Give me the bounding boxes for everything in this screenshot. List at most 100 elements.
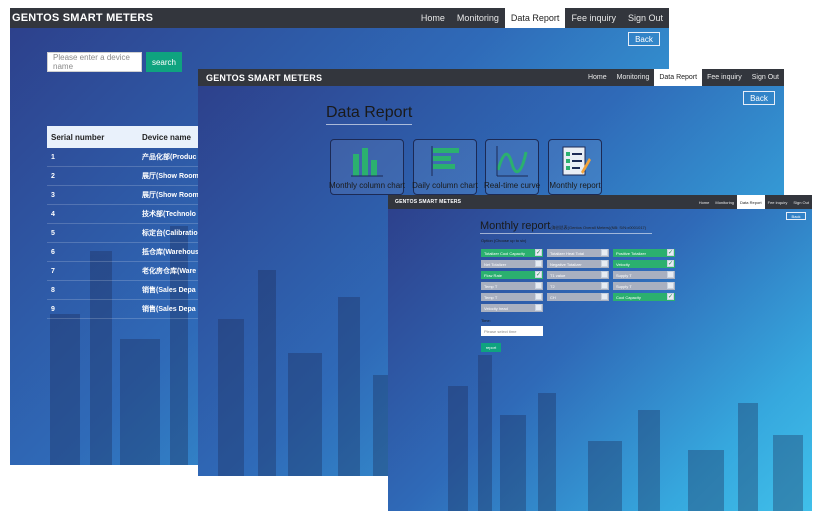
table-row[interactable]: 3 展厅(Show Room (47, 186, 207, 205)
search-button[interactable]: search (146, 52, 182, 72)
table-row[interactable]: 1 产品化部(Produc (47, 148, 207, 167)
option-item[interactable]: Net Totalizer (481, 260, 543, 268)
time-picker-input[interactable]: Please select time (481, 326, 543, 336)
option-item[interactable]: Temp T (481, 282, 543, 290)
checkbox[interactable] (535, 304, 542, 311)
serial-cell: 1 (51, 153, 55, 161)
back-button[interactable]: Back (743, 91, 775, 105)
title-text: Monthly report (480, 220, 551, 232)
page-title: Monthly report(海创总表(Gentos Overall Meter… (480, 220, 646, 232)
page-title: Data Report (326, 104, 413, 125)
table-row[interactable]: 9 销售(Sales Depa (47, 300, 207, 319)
top-navbar: GENTOS SMART METERS Home Monitoring Data… (10, 8, 669, 28)
nav-data-report[interactable]: Data Report (504, 8, 566, 28)
main-nav: Home Monitoring Data Report Fee inquiry … (696, 195, 812, 209)
device-subtitle: (海创总表(Gentos Overall Meters)(NB: S/N:x00… (550, 225, 647, 230)
checkbox[interactable] (601, 271, 608, 278)
checkbox[interactable] (601, 249, 608, 256)
nav-monitoring[interactable]: Monitoring (612, 69, 655, 86)
tile-monthly-column-chart[interactable]: Monthly column chart (329, 139, 406, 195)
top-navbar: GENTOS SMART METERS Home Monitoring Data… (388, 195, 812, 209)
search-input[interactable]: Please enter a device name (47, 52, 142, 72)
column-header-serial: Serial number (51, 132, 105, 142)
option-item[interactable]: Totalizer Cool Capacity (481, 249, 543, 257)
serial-cell: 9 (51, 305, 55, 313)
checkbox[interactable] (535, 260, 542, 267)
checkbox[interactable] (601, 293, 608, 300)
nav-data-report[interactable]: Data Report (654, 69, 703, 86)
option-item[interactable]: CH (547, 293, 609, 301)
checkbox[interactable]: ✓ (535, 249, 542, 256)
checkbox[interactable] (667, 271, 674, 278)
option-item[interactable]: Temp T (481, 293, 543, 301)
table-header: Serial number Device name (47, 126, 207, 148)
option-item[interactable]: Velocity head (481, 304, 543, 312)
main-nav: Home Monitoring Data Report Fee inquiry … (415, 8, 669, 28)
back-button[interactable]: Back (628, 32, 660, 46)
table-row[interactable]: 4 技术部(Technolo (47, 205, 207, 224)
checkbox[interactable] (667, 282, 674, 289)
option-item[interactable]: Flow Rate (481, 271, 543, 279)
option-item[interactable]: Positive Totalizer (613, 249, 675, 257)
option-item[interactable]: Supply T (613, 282, 675, 290)
top-navbar: GENTOS SMART METERS Home Monitoring Data… (198, 69, 784, 86)
checkbox[interactable]: ✓ (667, 249, 674, 256)
nav-monitoring[interactable]: Monitoring (451, 8, 505, 28)
title-divider (480, 233, 652, 234)
table-row[interactable]: 8 销售(Sales Depa (47, 281, 207, 300)
nav-sign-out[interactable]: Sign Out (790, 195, 812, 209)
option-item[interactable]: Negative Totalizer (547, 260, 609, 268)
main-nav: Home Monitoring Data Report Fee inquiry … (583, 69, 784, 86)
serial-cell: 4 (51, 210, 55, 218)
table-row[interactable]: 2 展厅(Show Room (47, 167, 207, 186)
tile-label: Daily column chart (412, 181, 478, 190)
checkbox[interactable] (601, 260, 608, 267)
option-item[interactable]: T2 (547, 282, 609, 290)
serial-cell: 7 (51, 267, 55, 275)
option-item[interactable]: Totalizer Heat Total (547, 249, 609, 257)
brand-logo: GENTOS SMART METERS (12, 12, 154, 24)
tile-daily-column-chart[interactable]: Daily column chart (412, 139, 478, 195)
monthly-report-window: GENTOS SMART METERS Home Monitoring Data… (388, 195, 812, 511)
serial-cell: 8 (51, 286, 55, 294)
nav-fee-inquiry[interactable]: Fee inquiry (765, 195, 791, 209)
nav-home[interactable]: Home (583, 69, 612, 86)
nav-sign-out[interactable]: Sign Out (747, 69, 784, 86)
checkbox[interactable] (535, 282, 542, 289)
nav-fee-inquiry[interactable]: Fee inquiry (702, 69, 747, 86)
checkbox[interactable] (535, 293, 542, 300)
option-item[interactable]: Velocity (613, 260, 675, 268)
option-item[interactable]: T1 value (547, 271, 609, 279)
checkbox[interactable] (601, 282, 608, 289)
nav-home[interactable]: Home (415, 8, 451, 28)
table-row[interactable]: 7 老化房仓库(Ware (47, 262, 207, 281)
serial-cell: 2 (51, 172, 55, 180)
checkbox[interactable]: ✓ (667, 293, 674, 300)
table-row[interactable]: 6 抵仓库(Warehous (47, 243, 207, 262)
city-skyline-image (388, 337, 812, 511)
report-icon (562, 146, 591, 176)
nav-monitoring[interactable]: Monitoring (712, 195, 737, 209)
checkbox[interactable]: ✓ (667, 260, 674, 267)
nav-home[interactable]: Home (696, 195, 713, 209)
serial-cell: 3 (51, 191, 55, 199)
report-button[interactable]: report (481, 343, 501, 352)
table-row[interactable]: 5 标定台(Calibratio (47, 224, 207, 243)
option-hint: Option (Choose up to six) (481, 238, 527, 243)
option-item[interactable]: Cool Capacity (613, 293, 675, 301)
bar-chart-icon (431, 146, 459, 176)
back-button[interactable]: Back (786, 212, 806, 220)
nav-fee-inquiry[interactable]: Fee inquiry (565, 8, 622, 28)
option-item[interactable]: Supply T (613, 271, 675, 279)
brand-logo: GENTOS SMART METERS (395, 199, 462, 205)
tile-real-time-curve[interactable]: Real-time curve (484, 139, 541, 195)
tile-monthly-report[interactable]: Monthly report (548, 139, 602, 195)
tile-label: Real-time curve (484, 181, 541, 190)
nav-sign-out[interactable]: Sign Out (622, 8, 669, 28)
nav-data-report[interactable]: Data Report (737, 195, 765, 209)
column-chart-icon (351, 148, 383, 177)
curve-chart-icon (496, 146, 528, 177)
checkbox[interactable]: ✓ (535, 271, 542, 278)
tile-label: Monthly column chart (329, 181, 406, 190)
serial-cell: 5 (51, 229, 55, 237)
